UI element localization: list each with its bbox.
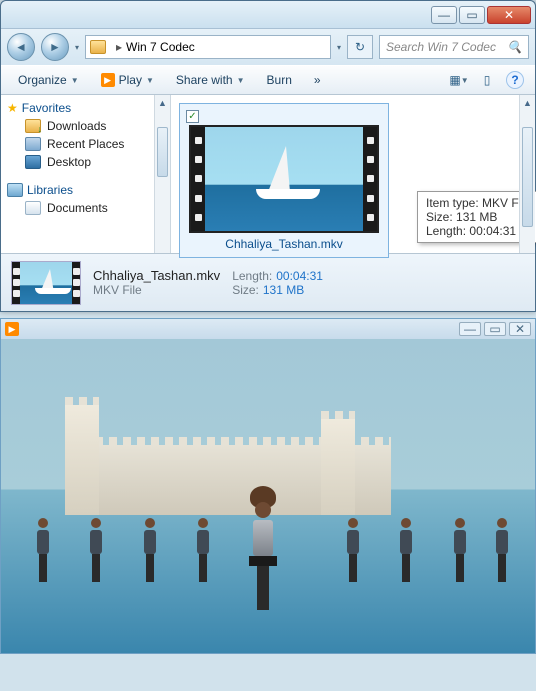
minimize-button[interactable]: — bbox=[431, 6, 457, 24]
address-bar[interactable]: ▸ Win 7 Codec bbox=[85, 35, 331, 59]
details-text: Chhaliya_Tashan.mkv MKV File bbox=[93, 268, 220, 297]
details-pane: Chhaliya_Tashan.mkv MKV File Length: 00:0… bbox=[1, 253, 535, 311]
back-icon: ◄ bbox=[15, 40, 27, 54]
preview-pane-icon: ▯ bbox=[484, 73, 491, 87]
content-pane[interactable]: ✓ Chhaliya_Tashan.mkv Item type: MKV Fil… bbox=[171, 95, 535, 253]
details-length-label: Length: bbox=[232, 269, 272, 283]
tooltip-type-label: Item type: bbox=[426, 196, 479, 210]
maximize-button[interactable]: ▭ bbox=[459, 6, 485, 24]
share-with-button[interactable]: Share with▼ bbox=[167, 69, 254, 91]
preview-pane-button[interactable]: ▯ bbox=[475, 69, 499, 91]
sidebar-item-downloads[interactable]: Downloads bbox=[3, 117, 168, 135]
minimize-icon: — bbox=[464, 322, 476, 336]
help-button[interactable]: ? bbox=[503, 69, 527, 91]
close-button[interactable]: ✕ bbox=[487, 6, 531, 24]
search-placeholder: Search Win 7 Codec bbox=[386, 40, 496, 54]
video-thumbnail bbox=[189, 125, 379, 233]
file-item[interactable]: ✓ Chhaliya_Tashan.mkv bbox=[179, 103, 389, 258]
sidebar-favorites[interactable]: ★Favorites bbox=[3, 99, 168, 117]
desktop-icon bbox=[25, 155, 41, 169]
player-maximize-button[interactable]: ▭ bbox=[484, 322, 506, 336]
tooltip-length-label: Length: bbox=[426, 224, 466, 238]
content-scrollbar[interactable]: ▲ bbox=[519, 95, 535, 253]
nav-scrollbar[interactable]: ▲ bbox=[154, 95, 170, 253]
player-minimize-button[interactable]: — bbox=[459, 322, 481, 336]
organize-button[interactable]: Organize▼ bbox=[9, 69, 88, 91]
breadcrumb-folder[interactable]: Win 7 Codec bbox=[126, 40, 195, 54]
details-length-value: 00:04:31 bbox=[276, 269, 323, 283]
recent-places-icon bbox=[25, 137, 41, 151]
back-button[interactable]: ◄ bbox=[7, 33, 35, 61]
scroll-thumb[interactable] bbox=[157, 127, 168, 177]
more-commands-button[interactable]: » bbox=[305, 69, 330, 91]
address-history-button[interactable]: ▾ bbox=[337, 43, 341, 52]
chevron-down-icon: ▼ bbox=[146, 76, 154, 85]
chevron-down-icon: ▼ bbox=[237, 76, 245, 85]
scroll-up-icon[interactable]: ▲ bbox=[155, 95, 170, 111]
scroll-thumb[interactable] bbox=[522, 127, 533, 227]
refresh-icon: ↻ bbox=[355, 40, 365, 54]
search-input[interactable]: Search Win 7 Codec 🔍 bbox=[379, 35, 529, 59]
window-titlebar: — ▭ ✕ bbox=[1, 1, 535, 29]
sidebar-libraries[interactable]: Libraries bbox=[3, 181, 168, 199]
sidebar-item-desktop[interactable]: Desktop bbox=[3, 153, 168, 171]
video-viewport[interactable] bbox=[1, 339, 535, 653]
details-meta: Length: 00:04:31 Size: 131 MB bbox=[232, 269, 323, 297]
forward-icon: ► bbox=[49, 40, 61, 54]
play-icon: ▶ bbox=[101, 73, 115, 87]
libraries-icon bbox=[7, 183, 23, 197]
folder-icon bbox=[90, 40, 106, 54]
star-icon: ★ bbox=[7, 101, 18, 115]
details-size-label: Size: bbox=[232, 283, 259, 297]
chevron-down-icon: ▼ bbox=[71, 76, 79, 85]
breadcrumb-sep-icon: ▸ bbox=[116, 40, 122, 54]
wmp-icon: ▶ bbox=[5, 322, 19, 336]
file-name-label: Chhaliya_Tashan.mkv bbox=[225, 237, 342, 251]
navigation-row: ◄ ► ▾ ▸ Win 7 Codec ▾ ↻ Search Win 7 Cod… bbox=[1, 29, 535, 65]
media-player-window: ▶ — ▭ ✕ bbox=[0, 318, 536, 654]
details-filename: Chhaliya_Tashan.mkv bbox=[93, 268, 220, 283]
tooltip-length-value: 00:04:31 bbox=[469, 224, 516, 238]
play-button[interactable]: ▶Play▼ bbox=[92, 69, 163, 91]
view-options-button[interactable]: ▦▼ bbox=[447, 69, 471, 91]
documents-icon bbox=[25, 201, 41, 215]
player-close-button[interactable]: ✕ bbox=[509, 322, 531, 336]
navigation-pane: ★Favorites Downloads Recent Places Deskt… bbox=[1, 95, 171, 253]
minimize-icon: — bbox=[438, 8, 450, 22]
search-icon: 🔍 bbox=[507, 40, 522, 54]
details-size-value: 131 MB bbox=[263, 283, 304, 297]
tooltip-size-value: 131 MB bbox=[456, 210, 497, 224]
close-icon: ✕ bbox=[515, 322, 525, 336]
player-titlebar: ▶ — ▭ ✕ bbox=[1, 319, 535, 339]
sidebar-item-recent-places[interactable]: Recent Places bbox=[3, 135, 168, 153]
sidebar-item-documents[interactable]: Documents bbox=[3, 199, 168, 217]
chevron-down-icon: ▼ bbox=[461, 76, 469, 85]
help-icon: ? bbox=[506, 71, 524, 89]
command-toolbar: Organize▼ ▶Play▼ Share with▼ Burn » ▦▼ ▯… bbox=[1, 65, 535, 95]
explorer-body: ★Favorites Downloads Recent Places Deskt… bbox=[1, 95, 535, 253]
maximize-icon: ▭ bbox=[466, 8, 477, 22]
burn-button[interactable]: Burn bbox=[258, 69, 301, 91]
view-icon: ▦ bbox=[449, 73, 460, 87]
close-icon: ✕ bbox=[504, 8, 514, 22]
tooltip-size-label: Size: bbox=[426, 210, 453, 224]
explorer-window: — ▭ ✕ ◄ ► ▾ ▸ Win 7 Codec ▾ ↻ Search Win… bbox=[0, 0, 536, 312]
forward-button[interactable]: ► bbox=[41, 33, 69, 61]
chevron-right-icon: » bbox=[314, 73, 321, 87]
downloads-icon bbox=[25, 119, 41, 133]
file-checkbox[interactable]: ✓ bbox=[186, 110, 199, 123]
refresh-button[interactable]: ↻ bbox=[347, 35, 373, 59]
recent-locations-button[interactable]: ▾ bbox=[75, 43, 79, 52]
details-thumbnail bbox=[11, 261, 81, 305]
details-filetype: MKV File bbox=[93, 283, 220, 297]
scroll-up-icon[interactable]: ▲ bbox=[520, 95, 535, 111]
maximize-icon: ▭ bbox=[489, 322, 500, 336]
